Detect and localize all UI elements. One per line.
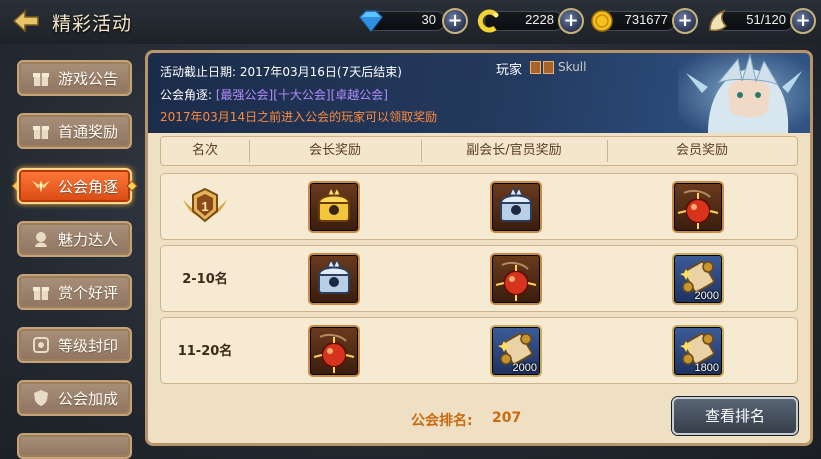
competition-tag-excellent: [卓越公会] [330,88,388,102]
sidebar-item-level-seal[interactable]: 等级封印 [17,327,132,363]
column-header-rank: 名次 [191,143,218,158]
shield-icon [31,388,51,408]
diamond-icon [358,10,384,33]
deadline-text: 活动截止日期: 2017年03月16日(7天后结束) [160,65,402,79]
silver-chest-icon [317,258,351,294]
reward-scroll[interactable]: 1800 [672,325,724,377]
guild-rank-label: 公会排名: [411,413,473,429]
eligibility-note: 2017年03月14日之前进入公会的玩家可以领取奖励 [160,110,438,124]
red-orb-icon [313,333,355,373]
energy-icon [477,9,499,33]
gold-chest-icon [317,186,351,222]
rank-range: 11-20名 [177,344,233,359]
resource-diamond: 30 + [356,8,470,34]
player-name: Skull [558,60,587,74]
sidebar-item-announcement[interactable]: 游戏公告 [17,60,132,96]
competition-line: 公会角逐: [最强公会][十大公会][卓越公会] [160,86,388,103]
silver-chest-icon [499,186,533,222]
resource-energy: 2228 + [474,8,586,34]
view-ranking-button[interactable]: 查看排名 [672,397,798,435]
main-panel: 活动截止日期: 2017年03月16日(7天后结束) 公会角逐: [最强公会][… [145,50,813,446]
gift-icon [31,121,51,141]
reward-quantity: 1800 [694,362,719,374]
reward-silver-chest[interactable] [308,253,360,305]
table-header: 名次 会长奖励 副会长/官员奖励 会员奖励 [160,136,798,166]
reward-red-orb[interactable] [490,253,542,305]
event-banner: 活动截止日期: 2017年03月16日(7天后结束) 公会角逐: [最强公会][… [148,53,810,133]
reward-quantity: 2000 [694,290,719,302]
rank-range: 2-10名 [182,272,228,287]
sidebar-item-label: 赏个好评 [58,283,119,302]
sidebar-item-charm[interactable]: 魅力达人 [17,221,132,257]
reward-gold-chest[interactable] [308,181,360,233]
gift-icon [31,68,51,88]
guild-rank-value: 207 [492,410,522,426]
resource-stamina: 51/120 + [704,8,816,34]
player-name-tag: Skull [530,60,586,74]
competition-tag-strongest: [最强公会] [215,88,274,102]
charm-icon [31,229,51,249]
seal-icon [31,335,51,355]
sidebar-item-label: 等级封印 [58,336,119,355]
reward-silver-chest[interactable] [490,181,542,233]
reward-red-orb[interactable] [672,181,724,233]
reward-scroll[interactable]: 2000 [490,325,542,377]
gift-icon [31,282,51,302]
add-stamina-button[interactable]: + [790,8,816,34]
reward-scroll[interactable]: 2000 [672,253,724,305]
competition-label: 公会角逐: [160,88,213,102]
table-row: 11-20名 2000 1800 [160,317,798,384]
sidebar-item-first-clear[interactable]: 首通奖励 [17,113,132,149]
competition-tag-top-ten: [十大公会] [273,88,331,102]
sidebar-item-label: 游戏公告 [58,69,119,88]
sidebar-item-label: 公会角逐 [58,177,119,196]
top-bar: 精彩活动 30 + 2228 + 731677 + 51/120 + [0,0,821,44]
player-label: 玩家 [496,63,523,78]
gold-coin-icon [591,10,613,32]
sidebar-item-partial[interactable] [17,433,132,459]
svg-text:1: 1 [201,199,208,214]
hero-portrait [678,53,810,133]
stamina-icon [709,9,728,32]
sidebar-item-guild-competition[interactable]: 公会角逐 [17,168,132,204]
diamond-count: 30 [421,12,436,27]
back-button[interactable] [10,7,42,35]
resource-gold: 731677 + [590,8,700,34]
sidebar-item-label: 首通奖励 [58,122,119,141]
stamina-count: 51/120 [746,12,786,27]
add-energy-button[interactable]: + [558,8,584,34]
table-row: 2-10名 2000 [160,245,798,312]
reward-red-orb[interactable] [308,325,360,377]
table-row: 1 [160,173,798,240]
column-header-leader-reward: 会长奖励 [308,143,361,158]
red-orb-icon [677,189,719,229]
sidebar-item-label: 公会加成 [58,389,119,408]
gold-count: 731677 [624,12,668,27]
sidebar-item-label: 魅力达人 [58,230,119,249]
add-diamond-button[interactable]: + [442,8,468,34]
page-title: 精彩活动 [52,13,133,35]
add-gold-button[interactable]: + [672,8,698,34]
back-arrow-icon [12,9,39,33]
reward-quantity: 2000 [512,362,537,374]
energy-count: 2228 [525,12,554,27]
sidebar-item-review[interactable]: 赏个好评 [17,274,132,310]
column-header-officer-reward: 副会长/官员奖励 [466,143,562,158]
sidebar-item-guild-bonus[interactable]: 公会加成 [17,380,132,416]
guild-wings-icon [31,176,51,196]
red-orb-icon [495,261,537,301]
rank-1-medal-icon: 1 [183,187,227,223]
column-header-member-reward: 会员奖励 [675,143,728,158]
